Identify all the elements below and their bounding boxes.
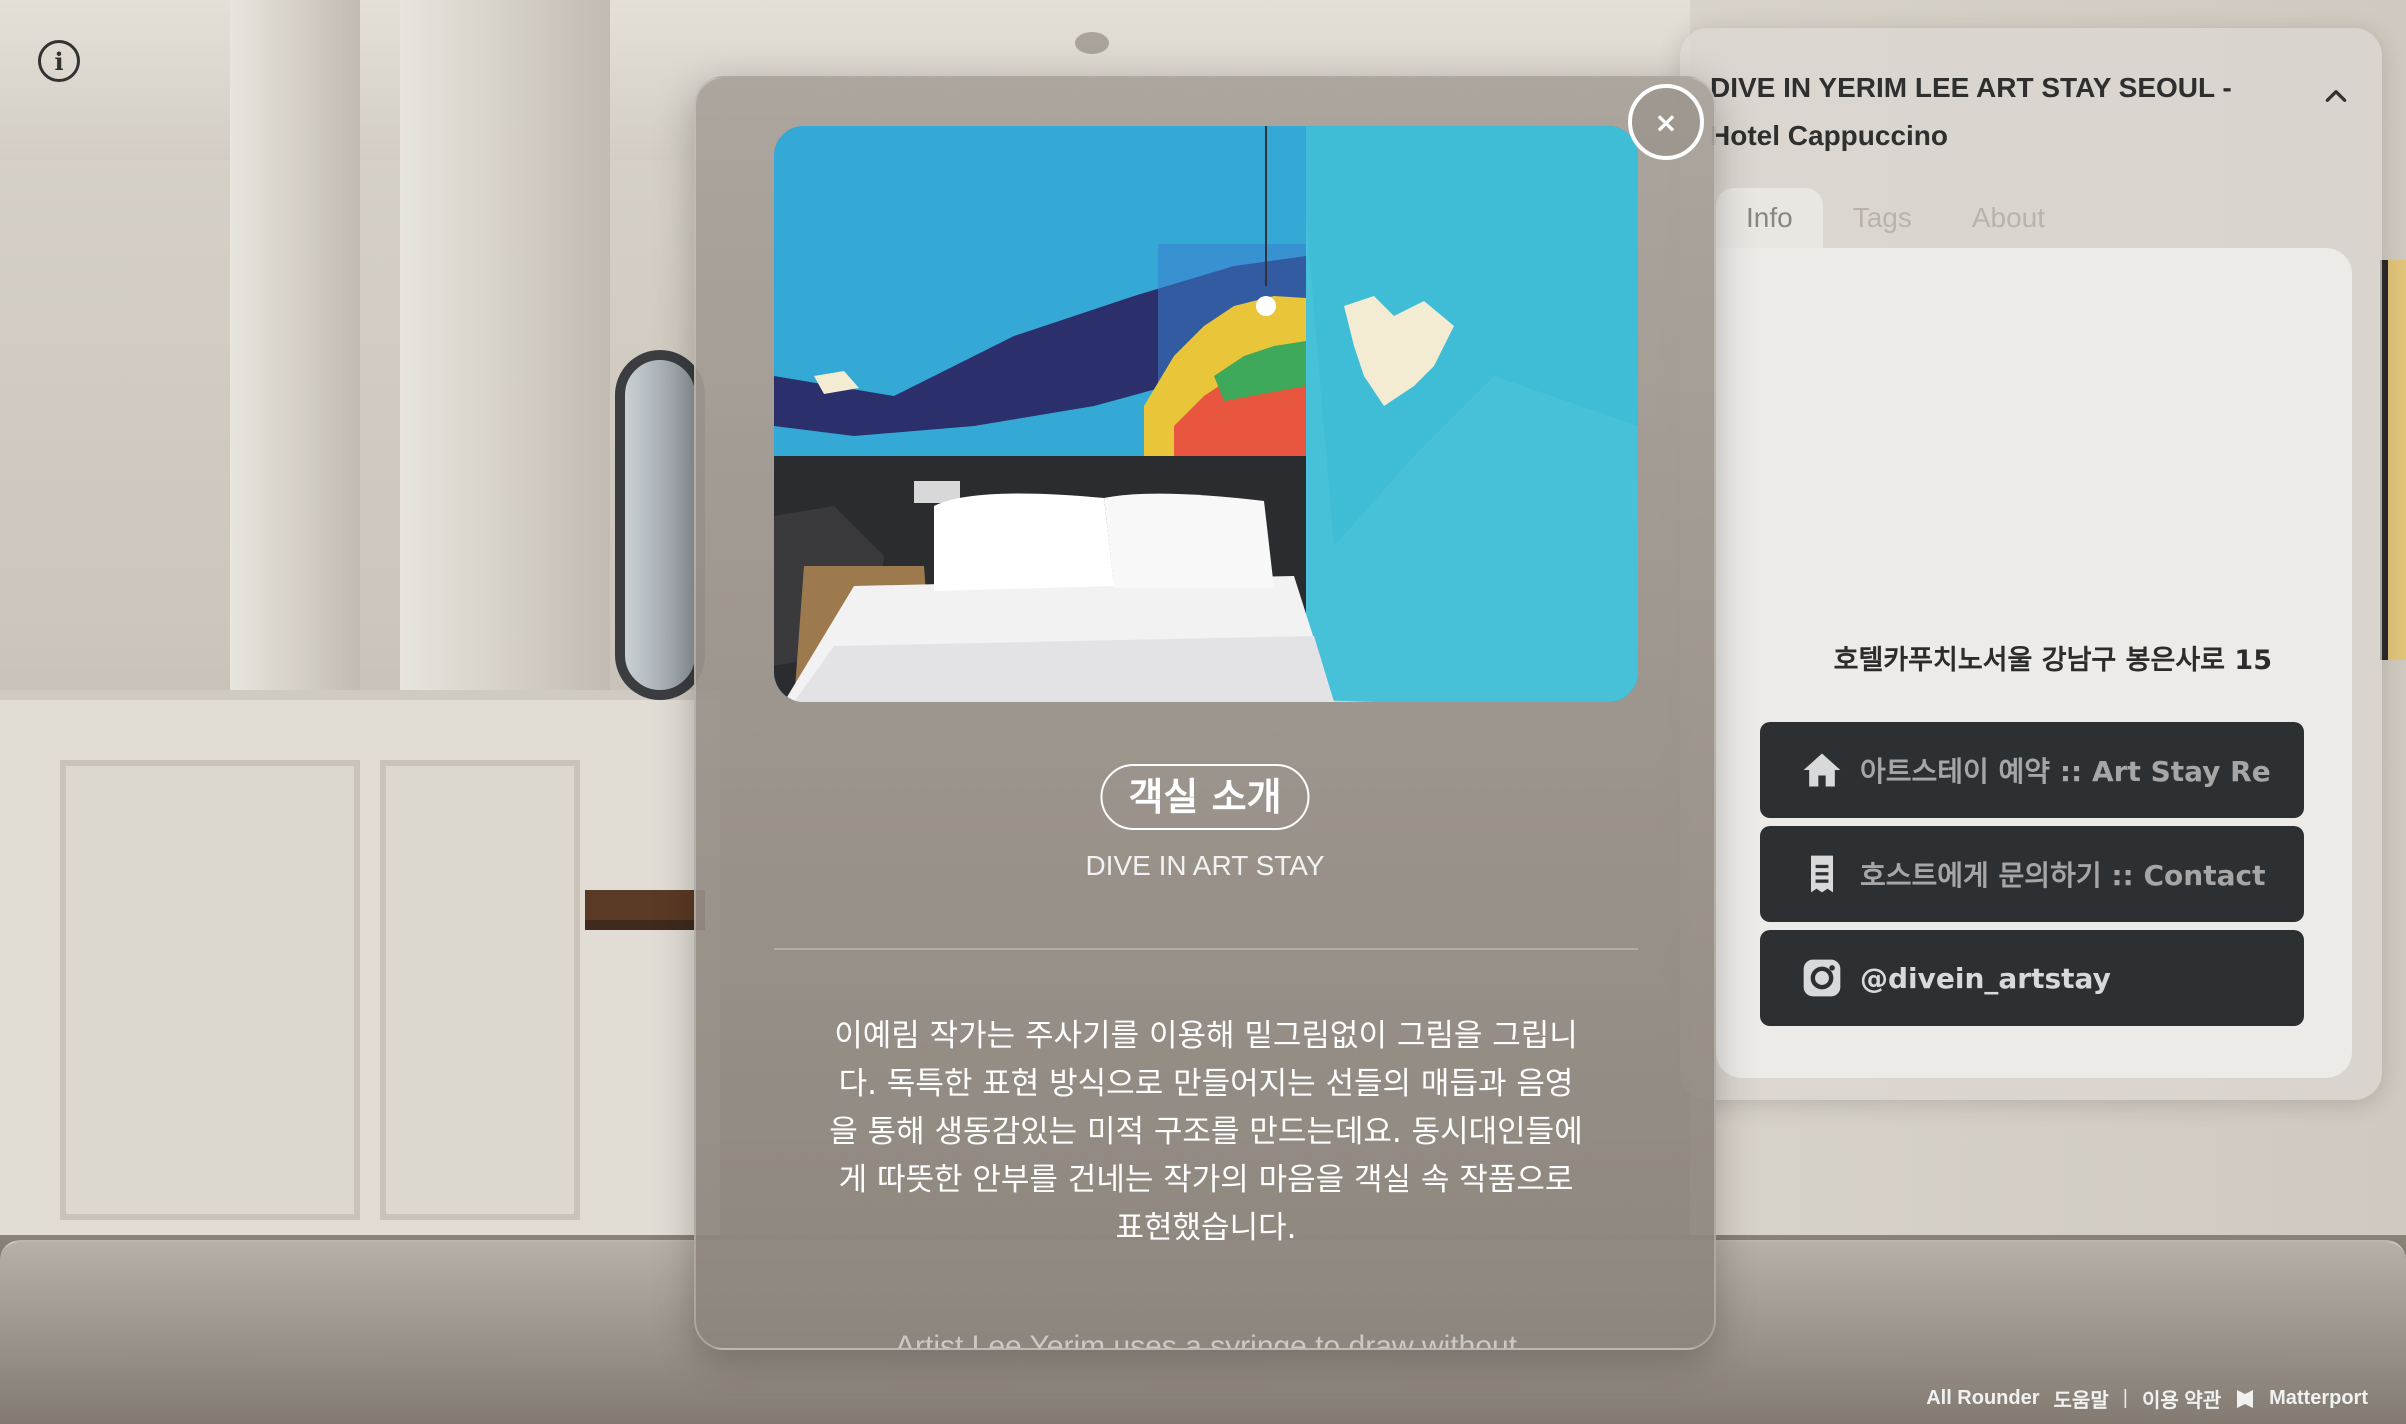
pillar [400, 0, 610, 700]
modal-subtitle: DIVE IN ART STAY [1085, 850, 1325, 881]
address-text: 호텔카푸치노서울 강남구 봉은사로 15 [1833, 645, 2272, 676]
contact-host-label: 호스트에게 문의하기 :: Contact the host [1860, 859, 2272, 892]
wall-panel [60, 760, 360, 1220]
instagram-icon [1792, 930, 1852, 1026]
help-link[interactable]: 도움말 [2054, 1384, 2109, 1413]
all-rounder-link[interactable]: All Rounder [1926, 1387, 2039, 1410]
chevron-up-icon [2325, 90, 2347, 102]
room-intro-modal: 객실 소개 DIVE IN ART STAY 이예림 작가는 주사기를 이용해 … [694, 76, 1716, 1350]
round-mirror [615, 350, 705, 700]
modal-description: 이예림 작가는 주사기를 이용해 밑그림없이 그림을 그립니다. 독특한 표현 … [829, 1018, 1583, 1246]
separator: | [2122, 1387, 2128, 1409]
footer-links: All Rounder 도움말 | 이용 약관 Matterport [1926, 1384, 2368, 1413]
modal-description-english[interactable]: Artist Lee Yerim uses a syringe to draw … [826, 1330, 1586, 1348]
room-photo [774, 126, 1638, 702]
tab-tags[interactable]: Tags [1823, 188, 1942, 248]
divider [774, 948, 1638, 950]
pillar [230, 0, 360, 700]
document-icon [1792, 826, 1852, 922]
info-tab-content: 호텔카푸치노서울 강남구 봉은사로 15 아트스테이 예약 :: Art Sta… [1716, 248, 2352, 1078]
instagram-button[interactable]: @divein_artstay [1760, 930, 2304, 1026]
home-icon [1792, 722, 1852, 818]
tab-info[interactable]: Info [1716, 188, 1823, 248]
tab-about[interactable]: About [1942, 188, 2075, 248]
matterport-link[interactable]: Matterport [2269, 1387, 2368, 1410]
space-details-panel: DIVE IN YERIM LEE ART STAY SEOUL - Hotel… [1680, 28, 2382, 1100]
collapse-button[interactable] [2310, 70, 2362, 122]
space-title: DIVE IN YERIM LEE ART STAY SEOUL - Hotel… [1710, 72, 2232, 151]
reservation-button[interactable]: 아트스테이 예약 :: Art Stay Reservation [1760, 722, 2304, 818]
ceiling-lamp [1075, 32, 1109, 54]
close-button[interactable]: × [1628, 84, 1704, 160]
contact-host-button[interactable]: 호스트에게 문의하기 :: Contact the host [1760, 826, 2304, 922]
console-table [585, 890, 705, 1270]
wall-panel [380, 760, 580, 1220]
wall-artwork [2380, 260, 2406, 660]
info-icon[interactable]: i [38, 40, 80, 82]
matterport-logo-icon [2237, 1389, 2254, 1408]
modal-title: 객실 소개 [1100, 764, 1310, 830]
reservation-label: 아트스테이 예약 :: Art Stay Reservation [1860, 755, 2272, 788]
panel-tabs: Info Tags About [1716, 188, 2075, 248]
instagram-label: @divein_artstay [1860, 961, 2111, 995]
terms-link[interactable]: 이용 약관 [2142, 1384, 2221, 1413]
